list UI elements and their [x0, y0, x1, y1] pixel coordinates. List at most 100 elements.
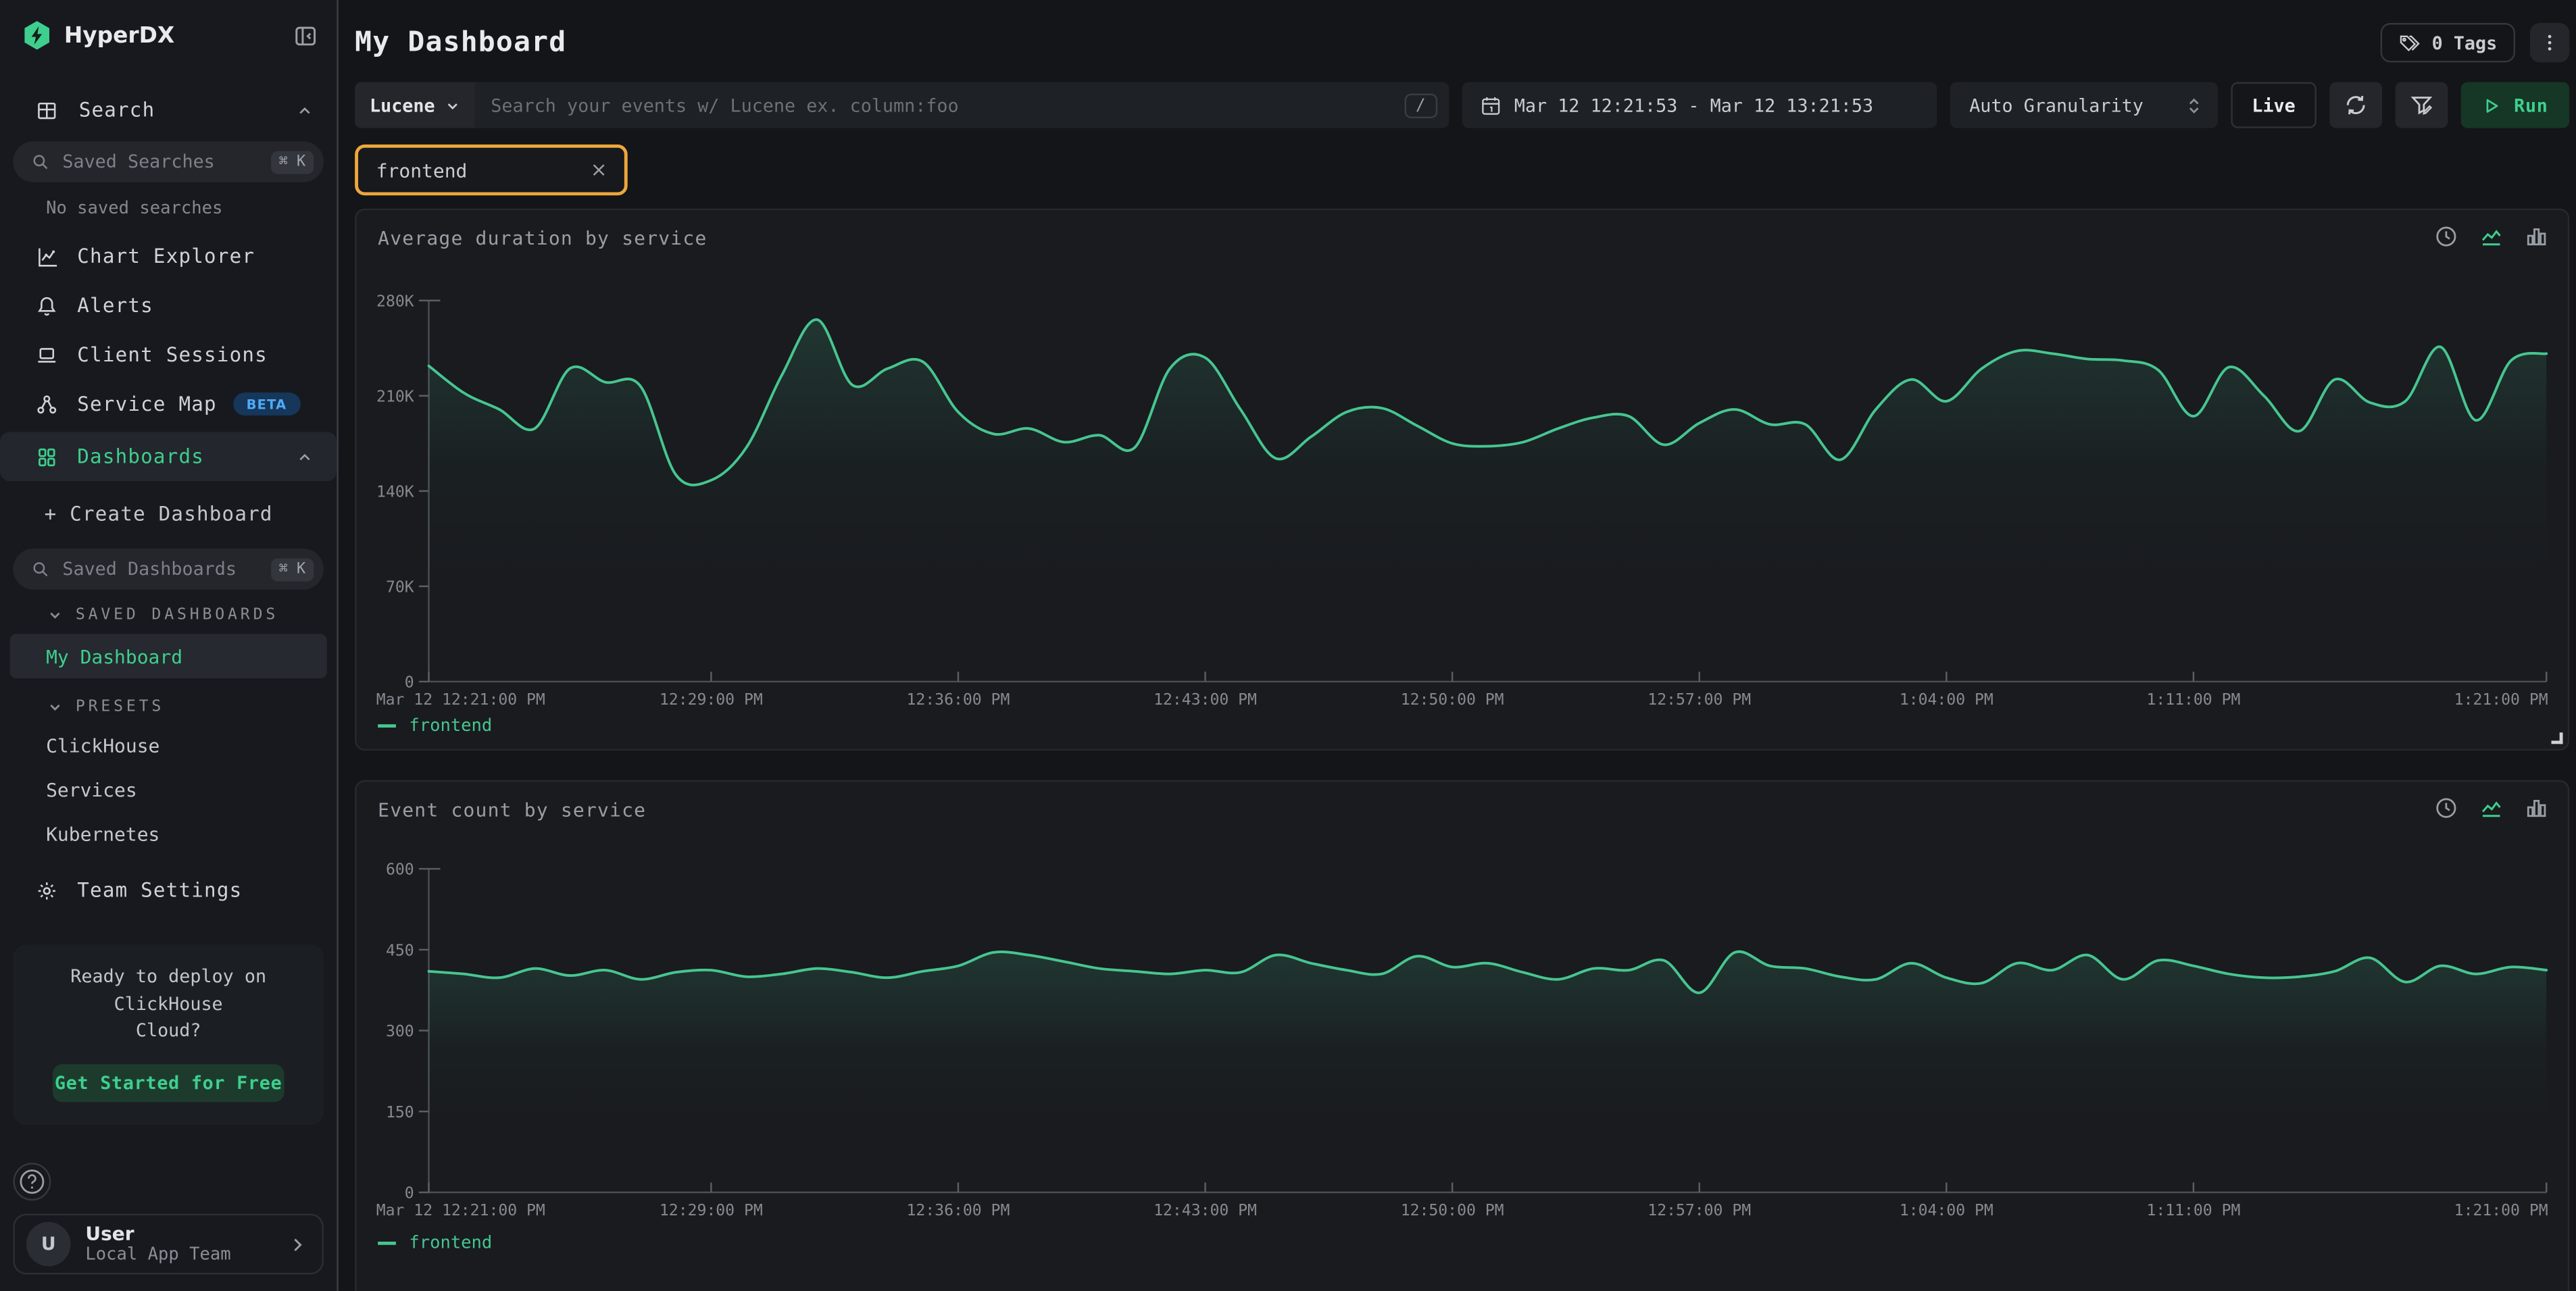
service-map-icon — [36, 393, 57, 415]
hyperdx-app: HyperDX Search Saved Searches ⌘ K No sav… — [0, 0, 2576, 1291]
section-presets[interactable]: PRESETS — [0, 682, 337, 723]
dashboard-menu-button[interactable] — [2530, 23, 2569, 62]
svg-text:0: 0 — [405, 1184, 414, 1202]
filter-button[interactable] — [2396, 82, 2448, 128]
sidebar: HyperDX Search Saved Searches ⌘ K No sav… — [0, 0, 339, 1291]
panel-resize-handle[interactable] — [2551, 732, 2562, 744]
run-button[interactable]: Run — [2461, 82, 2569, 128]
select-chevrons-icon — [2185, 95, 2203, 116]
tag-icon — [2399, 32, 2421, 53]
svg-text:Mar 12 12:21:00 PM: Mar 12 12:21:00 PM — [376, 691, 545, 709]
clickhouse-cloud-promo: Ready to deploy on ClickHouse Cloud? Get… — [13, 944, 323, 1124]
time-range-picker[interactable]: Mar 12 12:21:53 - Mar 12 13:21:53 — [1462, 82, 1937, 128]
query-language-select[interactable]: Lucene — [355, 82, 474, 128]
user-menu[interactable]: U User Local App Team — [13, 1214, 323, 1275]
time-range-value: Mar 12 12:21:53 - Mar 12 13:21:53 — [1514, 95, 1873, 116]
beta-badge: BETA — [233, 393, 300, 415]
chart-legend[interactable]: frontend — [378, 1234, 492, 1253]
sidebar-item-client-sessions[interactable]: Client Sessions — [0, 330, 337, 380]
service-filter-chip[interactable]: frontend — [355, 145, 628, 195]
svg-text:12:43:00 PM: 12:43:00 PM — [1154, 1202, 1257, 1219]
event-search-bar: Lucene / — [355, 82, 1448, 128]
svg-text:1:11:00 PM: 1:11:00 PM — [2146, 691, 2240, 709]
gear-icon — [36, 880, 57, 901]
svg-text:12:50:00 PM: 12:50:00 PM — [1401, 691, 1504, 709]
table-icon — [36, 99, 57, 121]
help-button[interactable] — [13, 1163, 51, 1200]
sidebar-item-label: Client Sessions — [77, 343, 268, 366]
legend-swatch — [378, 1241, 396, 1245]
chevron-down-icon — [445, 98, 460, 113]
svg-text:600: 600 — [386, 861, 414, 879]
chevron-down-icon — [48, 700, 63, 715]
chevron-up-icon — [296, 447, 314, 465]
legend-swatch — [378, 724, 396, 728]
sidebar-item-dashboards[interactable]: Dashboards — [0, 432, 337, 481]
close-icon[interactable] — [590, 161, 608, 179]
svg-text:1:04:00 PM: 1:04:00 PM — [1900, 691, 1993, 709]
sidebar-item-label: Service Map — [77, 393, 217, 415]
svg-text:0: 0 — [405, 674, 414, 691]
saved-searches-placeholder: Saved Searches — [62, 151, 270, 173]
svg-text:12:29:00 PM: 12:29:00 PM — [660, 1202, 763, 1219]
svg-text:1:04:00 PM: 1:04:00 PM — [1900, 1202, 1993, 1219]
live-button[interactable]: Live — [2231, 82, 2317, 128]
create-dashboard-button[interactable]: + Create Dashboard — [0, 484, 337, 542]
tags-button[interactable]: 0 Tags — [2381, 23, 2515, 62]
sidebar-item-chart-explorer[interactable]: Chart Explorer — [0, 232, 337, 281]
no-saved-searches-text: No saved searches — [0, 182, 337, 222]
svg-text:210K: 210K — [376, 388, 414, 405]
chevron-right-icon — [287, 1234, 307, 1254]
sidebar-item-service-map[interactable]: Service Map BETA — [0, 380, 337, 429]
svg-text:12:57:00 PM: 12:57:00 PM — [1648, 1202, 1751, 1219]
svg-text:12:36:00 PM: 12:36:00 PM — [907, 1202, 1010, 1219]
granularity-value: Auto Granularity — [1969, 95, 2144, 116]
sidebar-item-label: Dashboards — [77, 445, 204, 468]
avatar: U — [26, 1222, 71, 1267]
line-chart[interactable]: 6004503001500Mar 12 12:21:00 PM12:29:00 … — [376, 782, 2548, 1291]
search-input[interactable] — [474, 82, 1404, 128]
sidebar-item-kubernetes[interactable]: Kubernetes — [0, 811, 337, 856]
svg-text:280K: 280K — [376, 293, 414, 310]
granularity-select[interactable]: Auto Granularity — [1950, 82, 2217, 128]
saved-searches-input[interactable]: Saved Searches ⌘ K — [13, 141, 323, 182]
chart-panel-average-duration: Average duration by service 280K210K140K… — [355, 209, 2569, 751]
svg-text:140K: 140K — [376, 483, 414, 501]
sidebar-item-team-settings[interactable]: Team Settings — [0, 865, 337, 915]
svg-text:1:21:00 PM: 1:21:00 PM — [2454, 691, 2548, 709]
sidebar-item-services[interactable]: Services — [0, 767, 337, 811]
svg-text:450: 450 — [386, 942, 414, 959]
chart-panel-event-count: Event count by service 6004503001500Mar … — [355, 780, 2569, 1291]
laptop-icon — [36, 344, 57, 365]
svg-text:1:21:00 PM: 1:21:00 PM — [2454, 1202, 2548, 1219]
sidebar-collapse-icon[interactable] — [294, 24, 317, 47]
logo-row: HyperDX — [0, 0, 337, 64]
search-icon — [31, 153, 49, 171]
bell-icon — [36, 295, 57, 316]
chevron-down-icon — [48, 608, 63, 623]
sidebar-item-label: Chart Explorer — [77, 245, 255, 268]
sidebar-item-search[interactable]: Search — [0, 84, 337, 134]
svg-text:12:36:00 PM: 12:36:00 PM — [907, 691, 1010, 709]
legend-series-label: frontend — [409, 716, 492, 736]
sidebar-item-clickhouse[interactable]: ClickHouse — [0, 723, 337, 767]
shortcut-badge: ⌘ K — [270, 557, 314, 580]
line-chart[interactable]: 280K210K140K70K0Mar 12 12:21:00 PM12:29:… — [376, 210, 2548, 752]
svg-text:1:11:00 PM: 1:11:00 PM — [2146, 1202, 2240, 1219]
page-title: My Dashboard — [355, 26, 566, 59]
saved-dashboards-input[interactable]: Saved Dashboards ⌘ K — [13, 549, 323, 590]
section-saved-dashboards[interactable]: SAVED DASHBOARDS — [0, 590, 337, 631]
svg-text:Mar 12 12:21:00 PM: Mar 12 12:21:00 PM — [376, 1202, 545, 1219]
slash-shortcut-badge: / — [1404, 93, 1437, 117]
svg-text:12:50:00 PM: 12:50:00 PM — [1401, 1202, 1504, 1219]
get-started-button[interactable]: Get Started for Free — [53, 1063, 284, 1101]
sidebar-item-label: Alerts — [77, 294, 153, 317]
sidebar-item-my-dashboard[interactable]: My Dashboard — [10, 634, 327, 678]
svg-text:12:57:00 PM: 12:57:00 PM — [1648, 691, 1751, 709]
svg-text:150: 150 — [386, 1104, 414, 1121]
promo-text-line2: Cloud? — [30, 1018, 307, 1045]
main-content: My Dashboard 0 Tags Lucene — [339, 0, 2576, 1291]
chart-legend[interactable]: frontend — [378, 716, 492, 736]
sidebar-item-alerts[interactable]: Alerts — [0, 281, 337, 330]
refresh-button[interactable] — [2330, 82, 2383, 128]
